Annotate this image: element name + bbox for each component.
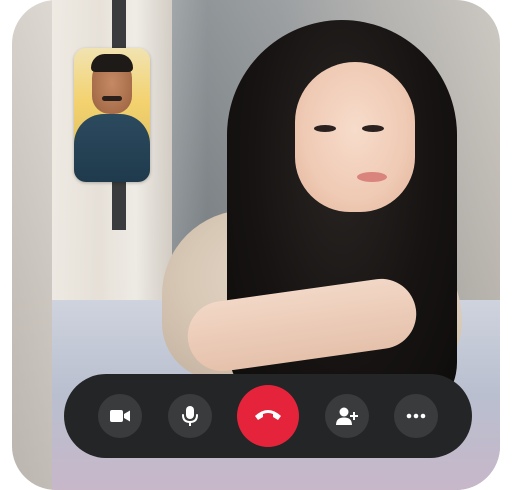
end-call-button[interactable] <box>237 385 299 447</box>
call-controls-bar <box>64 374 472 458</box>
remote-participant-lips <box>357 172 387 182</box>
more-options-button[interactable] <box>394 394 438 438</box>
add-person-button[interactable] <box>324 394 369 438</box>
remote-participant-eye <box>314 125 336 132</box>
video-camera-icon <box>109 408 131 424</box>
phone-hangup-icon <box>253 407 283 426</box>
more-icon <box>406 413 426 419</box>
video-call-window <box>12 0 500 490</box>
self-view-hair <box>91 54 133 72</box>
self-view-shirt <box>74 114 150 182</box>
add-person-icon <box>335 406 359 426</box>
video-toggle-button[interactable] <box>98 394 142 438</box>
microphone-icon <box>181 405 199 427</box>
remote-participant-eye <box>362 125 384 132</box>
self-view-mustache <box>102 96 122 101</box>
self-view-thumbnail[interactable] <box>74 48 150 182</box>
microphone-toggle-button[interactable] <box>167 394 212 438</box>
remote-participant-face <box>295 62 415 212</box>
